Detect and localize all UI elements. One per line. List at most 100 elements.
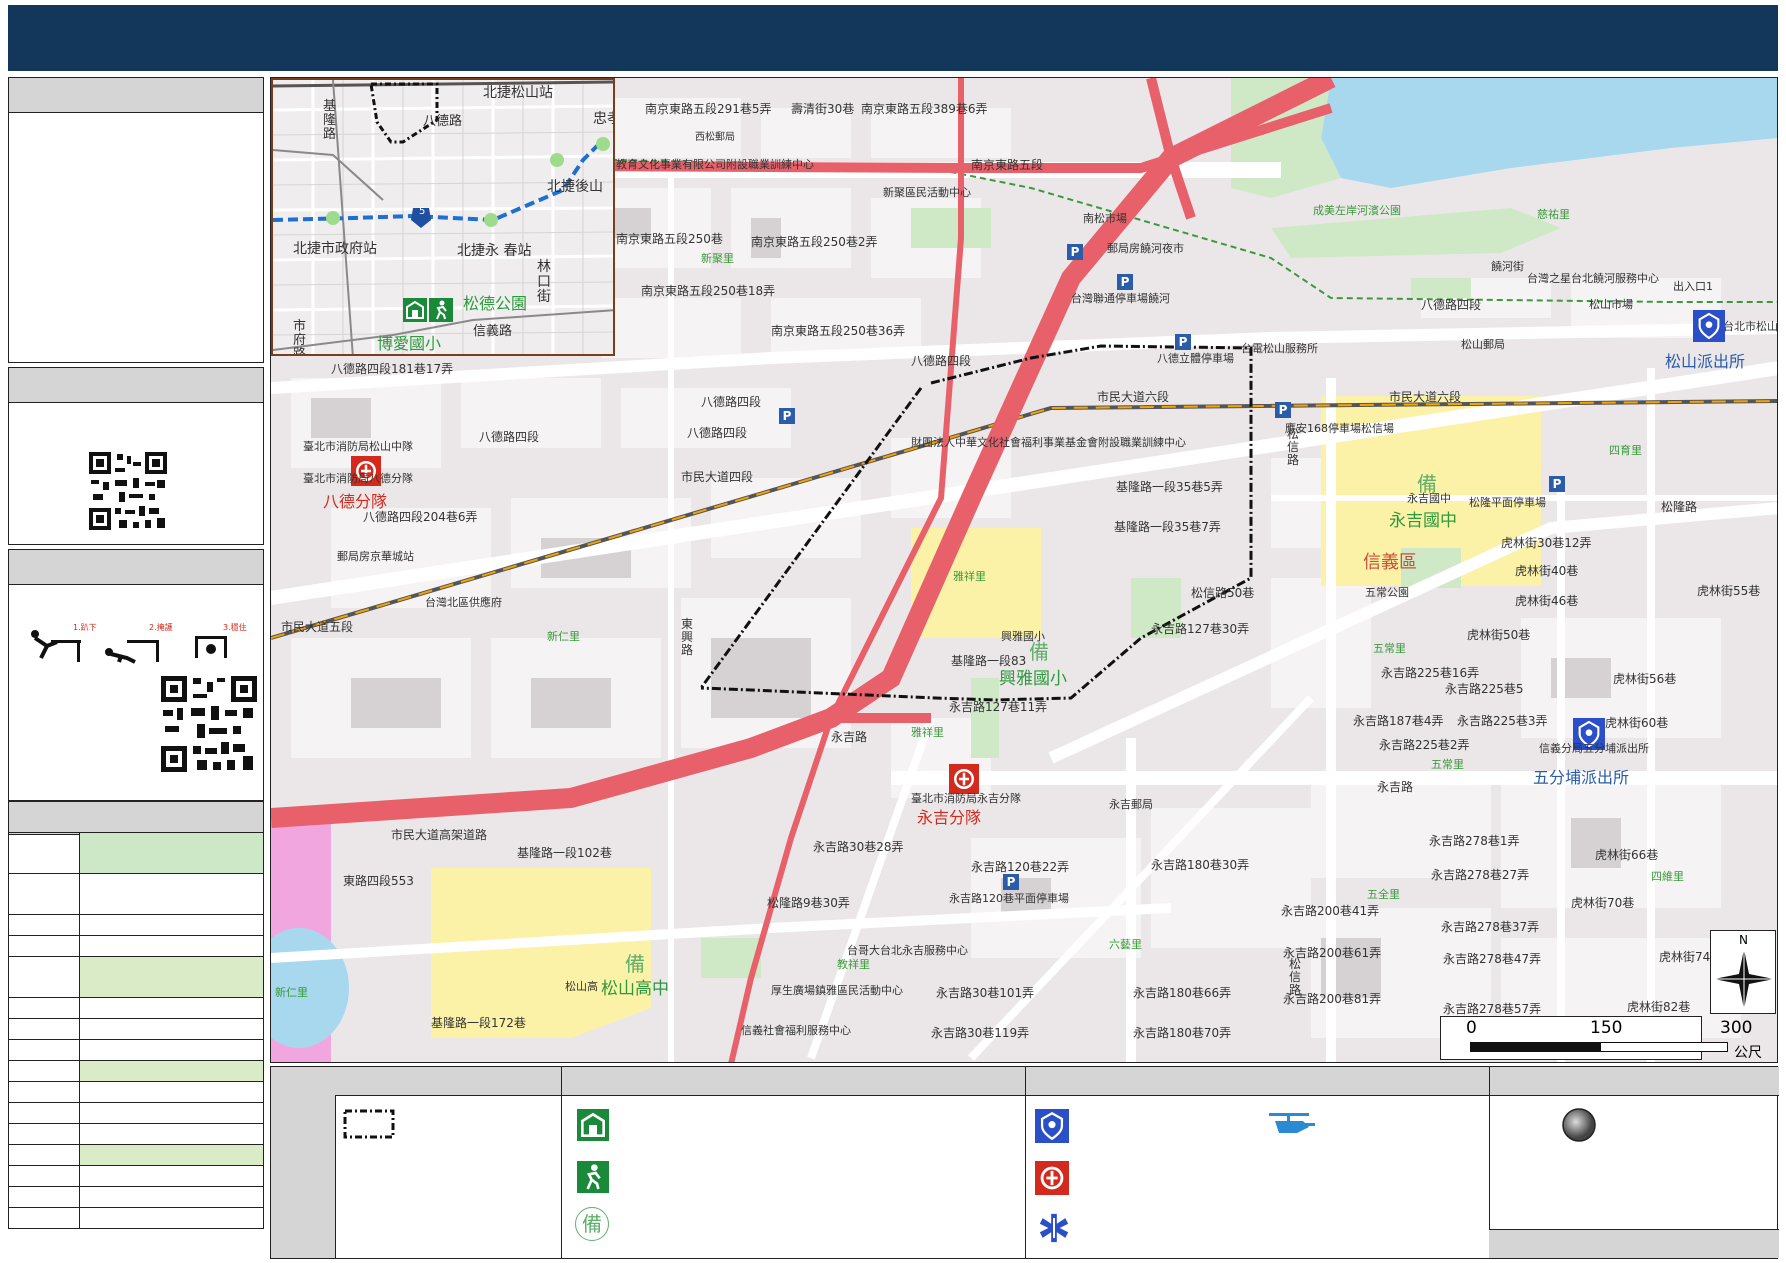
map-label: 永吉路 [831, 730, 868, 744]
standby-icon: 備 [625, 952, 645, 976]
map-label: 松隆路 [1661, 500, 1698, 514]
medical-icon [1039, 1213, 1069, 1243]
main-map[interactable]: 北捷松山站 忠孝 北捷後山 北捷市政府站 北捷永 春站 林口街 市府路 八德路 … [270, 77, 1778, 1063]
shelter-icon [403, 298, 427, 322]
table-row [8, 1207, 264, 1229]
info-panel-1 [8, 77, 264, 363]
map-label: 信義社會福利服務中心 [741, 1024, 851, 1037]
fire-station-icon [1035, 1161, 1069, 1195]
map-label: 永吉路225巷2弄 [1379, 738, 1470, 752]
drop-icon [31, 630, 81, 662]
map-label: 新聚里 [701, 252, 734, 265]
table-row [8, 1039, 264, 1061]
table-row [8, 1060, 264, 1082]
map-label: 市民大道五段 [281, 620, 354, 634]
legend-side-header [271, 1067, 336, 1258]
map-label: 基隆路一段172巷 [431, 1016, 526, 1030]
inset-city-hall: 北捷市政府站 [293, 241, 377, 257]
map-label: 永吉路30巷28弄 [813, 840, 904, 854]
map-label: 雅祥里 [911, 726, 944, 739]
map-label: 南京東路五段250巷36弄 [771, 324, 906, 338]
map-label: 松隆路9巷30弄 [767, 896, 850, 910]
inset-linkou: 林口街 [537, 259, 551, 305]
wufenpu-police-label: 五分埔派出所 [1533, 768, 1630, 787]
parking-icon: P [1117, 274, 1133, 290]
map-label: 應安168停車場松信場 [1285, 422, 1394, 435]
quake-step-2: 2.掩護 [149, 623, 173, 632]
boundary-legend-icon [343, 1109, 395, 1139]
title-bar [8, 5, 1778, 71]
table-row [8, 956, 264, 998]
map-label: 永吉路120巷平面停車場 [949, 892, 1069, 905]
map-label: 五常公園 [1365, 586, 1409, 599]
map-label: 永吉路225巷3弄 [1457, 714, 1548, 728]
parking-icon: P [1003, 874, 1019, 890]
inset-boai: 博愛國小 [377, 334, 442, 353]
map-label: 虎林街56巷 [1613, 672, 1677, 686]
map-label: 饒河街 [1491, 260, 1524, 273]
legend-footer [1489, 1229, 1779, 1258]
map-label: 台北市松山健康 [1723, 320, 1778, 333]
map-label: 南京東路五段 [971, 158, 1044, 172]
inset-zhong: 忠孝 [593, 111, 613, 127]
map-label: 台灣之星台北饒河服務中心 [1527, 272, 1659, 285]
cover-icon [105, 640, 159, 664]
table-row [8, 1123, 264, 1145]
map-label: 西松郵局 [695, 132, 735, 143]
inset-route5: 5 [419, 206, 426, 217]
map-label: 東路四段553 [343, 874, 414, 888]
map-label: 南京東路五段250巷18弄 [641, 284, 776, 298]
table-row [8, 1081, 264, 1103]
table-row [8, 1186, 264, 1208]
songshan-high-area [431, 868, 651, 1038]
xingya-school-label: 興雅國小 [999, 669, 1067, 689]
map-label: 壽清街30巷 [791, 102, 855, 116]
map-label: 八德路四段 [479, 430, 540, 444]
map-label: 教育文化事業有限公司附設職業訓練中心 [616, 158, 814, 171]
songshan-police-label: 松山派出所 [1665, 352, 1746, 371]
map-label: 八德路四段 [1421, 298, 1482, 312]
wufenpu-police-sub: 信義分局五分埔派出所 [1539, 742, 1649, 755]
bade-fire-label: 八德分隊 [323, 492, 388, 511]
map-label: 慈祐里 [1537, 208, 1570, 221]
standby-legend-icon: 備 [575, 1207, 609, 1241]
yongji-fire-label: 永吉分隊 [917, 808, 982, 827]
police-icon [1035, 1109, 1069, 1143]
compass: N [1710, 930, 1776, 1014]
inset-bade: 八德路 [423, 114, 463, 129]
map-label: 基隆路一段35巷5弄 [1116, 480, 1223, 494]
fire-station-full: 臺北市消防局松山中隊 [303, 440, 413, 453]
map-label: 八德路四段 [701, 395, 762, 409]
district-label: 信義區 [1363, 552, 1417, 573]
map-label: 永吉路200巷61弄 [1283, 946, 1382, 960]
location-inset-map: 北捷松山站 忠孝 北捷後山 北捷市政府站 北捷永 春站 林口街 市府路 八德路 … [271, 78, 615, 356]
map-label: 虎林街66巷 [1595, 848, 1659, 862]
map-label: 永吉路225巷16弄 [1381, 666, 1480, 680]
map-label: 八德立體停車場 [1157, 352, 1234, 365]
quake-step-3: 3.穩住 [223, 623, 247, 632]
map-label: 五常里 [1431, 758, 1464, 771]
map-label: 永吉路180巷30弄 [1151, 858, 1250, 872]
evacuation-icon [429, 298, 453, 322]
map-label: 永吉路127巷11弄 [949, 700, 1048, 714]
river [1321, 78, 1777, 188]
map-label: 台灣北區供應府 [425, 596, 502, 609]
table-row [8, 1102, 264, 1124]
map-label: 南松市場 [1083, 212, 1127, 225]
parking-icon: P [1067, 244, 1083, 260]
evacuation-icon [577, 1161, 609, 1193]
map-label: 東興路 [681, 617, 694, 657]
info-table [8, 832, 264, 1229]
map-label: 虎林街70巷 [1571, 896, 1635, 910]
map-label: 松山郵局 [1461, 338, 1505, 351]
map-label: 五全里 [1367, 888, 1400, 901]
map-label: 台哥大台北永吉服務中心 [847, 944, 968, 957]
map-label: 永吉路200巷81弄 [1283, 992, 1382, 1006]
map-label: 六藝里 [1109, 938, 1142, 951]
table-row [8, 914, 264, 936]
compass-rose-icon [1714, 949, 1774, 1009]
hold-icon [195, 636, 227, 658]
qr-panel [8, 367, 264, 545]
quake-qr-code-icon [161, 676, 257, 772]
compass-north-label: N [1739, 933, 1748, 947]
